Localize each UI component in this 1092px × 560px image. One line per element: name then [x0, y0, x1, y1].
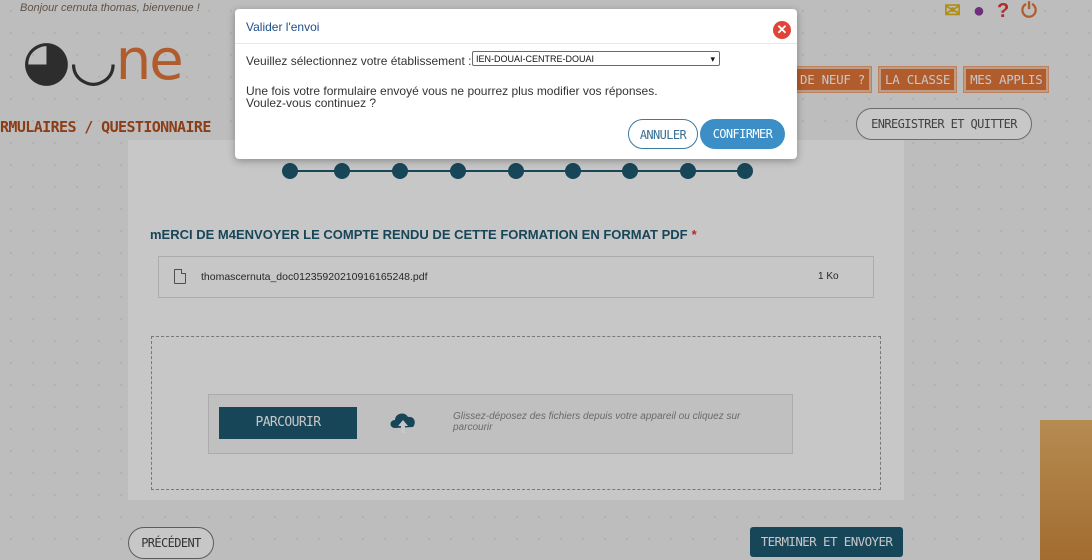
cancel-button[interactable]: ANNULER [628, 119, 698, 149]
dialog-divider [235, 43, 797, 44]
confirm-button[interactable]: CONFIRMER [700, 119, 785, 149]
validate-send-dialog: Valider l'envoi ✕ Veuillez sélectionnez … [235, 9, 797, 159]
establishment-select-value: IEN-DOUAI-CENTRE-DOUAI [476, 54, 595, 64]
establishment-select[interactable]: IEN-DOUAI-CENTRE-DOUAI ▾ [472, 51, 720, 66]
chevron-down-icon: ▾ [710, 54, 715, 64]
establishment-select-label: Veuillez sélectionnez votre établissemen… [246, 54, 472, 68]
dialog-title: Valider l'envoi [246, 20, 320, 34]
warning-line-2: Voulez-vous continuez ? [246, 96, 377, 110]
dialog-warning: Une fois votre formulaire envoyé vous ne… [246, 85, 658, 109]
close-icon[interactable]: ✕ [773, 21, 791, 39]
